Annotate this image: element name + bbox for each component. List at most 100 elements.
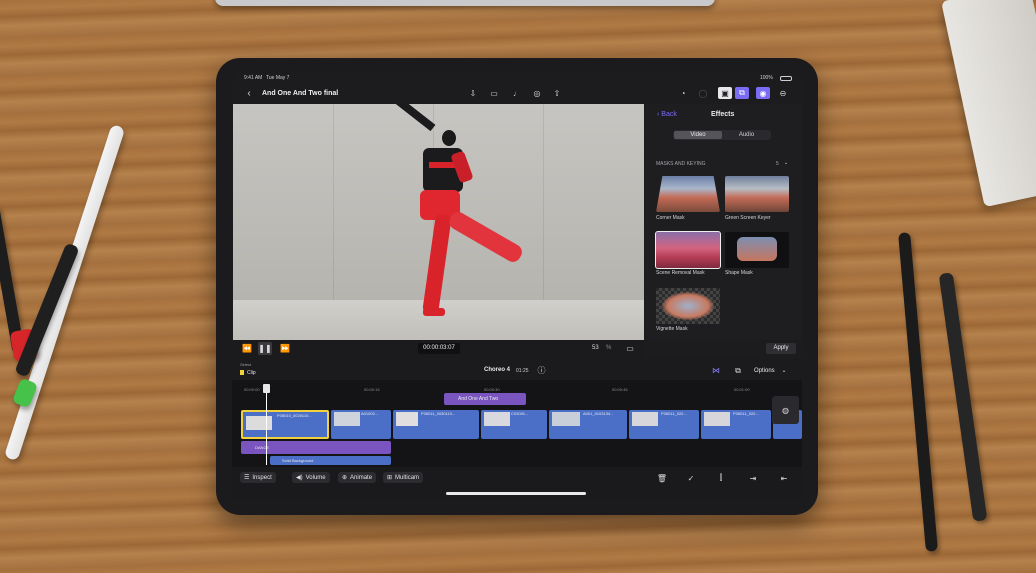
zoom-unit: %: [606, 345, 612, 351]
clip-label-4: A001_0103134...: [583, 411, 614, 416]
clip[interactable]: C03001...: [481, 410, 547, 439]
zoom-value[interactable]: 53: [592, 345, 599, 351]
timecode-display[interactable]: 00:00:03:07: [418, 343, 460, 354]
volume-icon: ◀): [296, 475, 303, 481]
disabled-tool-icon[interactable]: ◯: [698, 88, 708, 98]
effects-panel: ‹ Back Effects Video Audio MASKS AND KEY…: [645, 104, 802, 340]
skip-forward-icon[interactable]: ⏩: [278, 343, 292, 354]
ruler-mark-15: 00:00:15: [364, 387, 380, 392]
clip-label-3: C03001...: [511, 411, 529, 416]
title-clip[interactable]: And One And Two: [444, 393, 526, 405]
vignette-mask-label: Vignette Mask: [656, 326, 688, 332]
scene-removal-mask-label: Scene Removal Mask: [656, 270, 705, 276]
clip[interactable]: P35011_022...: [629, 410, 699, 439]
split-icon[interactable]: ⫿: [716, 473, 726, 483]
trash-icon[interactable]: 🗑: [657, 473, 667, 483]
clip-label-5: P35011_022...: [661, 411, 687, 416]
playhead[interactable]: [266, 385, 267, 465]
options-button[interactable]: Options: [754, 368, 775, 374]
info-icon[interactable]: ⓘ: [537, 366, 546, 375]
background-clip[interactable]: Solid Background: [270, 456, 391, 465]
black-screwdriver-right: [938, 272, 988, 522]
clip-mode-selector[interactable]: Clip: [247, 370, 256, 376]
volume-button[interactable]: ◀) Volume: [292, 472, 330, 483]
battery-percent: 100%: [760, 75, 773, 81]
more-icon[interactable]: ⊖: [778, 88, 788, 98]
black-stylus: [898, 232, 938, 552]
section-chevron-icon[interactable]: ⌄: [783, 160, 789, 166]
timeline-project-name: Choreo 4: [484, 367, 511, 373]
multicam-icon: ⊞: [387, 475, 393, 481]
audio-clip[interactable]: DANCE: [241, 441, 391, 454]
skip-back-icon[interactable]: ⏪: [240, 343, 254, 354]
import-icon[interactable]: ⇩: [468, 88, 478, 98]
scene-removal-mask-thumbnail[interactable]: [655, 231, 721, 269]
animate-button[interactable]: ⊕ Animate: [338, 472, 377, 483]
history-icon[interactable]: ◔: [678, 88, 688, 98]
final-cut-pro-screen: 9:41 AM Tue May 7 100% ‹ And One And Two…: [232, 73, 802, 500]
camera-icon[interactable]: ▭: [488, 88, 500, 98]
apple-pencil: [3, 124, 126, 462]
animate-icon: ⊕: [342, 475, 348, 481]
corner-mask-thumbnail[interactable]: [656, 176, 720, 212]
photos-browser-icon[interactable]: ▣: [718, 87, 732, 99]
volume-label: Volume: [305, 474, 326, 481]
green-screen-keyer-thumbnail[interactable]: [725, 176, 789, 212]
dancer-head: [442, 130, 456, 146]
clip-label-0: P35010_0026110...: [277, 413, 312, 418]
effects-browser-icon[interactable]: ⧉: [735, 87, 749, 99]
status-date: Tue May 7: [266, 75, 290, 81]
checkmark-icon[interactable]: ✓: [686, 473, 696, 483]
section-title: MASKS AND KEYING: [656, 161, 706, 167]
audio-interface-device: [941, 0, 1036, 208]
back-chevron-icon[interactable]: ‹: [244, 87, 254, 99]
detach-audio-icon[interactable]: ⇥: [747, 473, 759, 483]
voiceover-icon[interactable]: ◎: [532, 88, 542, 98]
clip[interactable]: P35011_0030110...: [393, 410, 479, 439]
keyboard: [215, 0, 715, 6]
share-icon[interactable]: ⇧: [552, 88, 562, 98]
effects-title: Effects: [711, 111, 735, 118]
inspector-icon[interactable]: ◉: [756, 87, 770, 99]
corner-mask-label: Corner Mask: [656, 215, 685, 221]
video-viewer[interactable]: [233, 104, 644, 340]
ruler-mark-45: 00:00:45: [612, 387, 628, 392]
options-chevron-icon[interactable]: ⌄: [781, 367, 787, 374]
playhead-handle[interactable]: [263, 384, 270, 393]
tab-video[interactable]: Video: [674, 131, 722, 139]
select-label: Select: [240, 362, 252, 367]
dancer-shoe: [423, 308, 445, 316]
pause-icon[interactable]: ❚❚: [258, 342, 272, 355]
clip-label-1: A01002...: [361, 411, 379, 416]
clip-selected[interactable]: P35010_0026110...: [241, 410, 329, 439]
multicam-label: Multicam: [395, 474, 420, 481]
battery-icon: [780, 76, 792, 81]
timeline-view-icon[interactable]: ⧉: [732, 366, 744, 375]
status-time: 9:41 AM: [244, 75, 263, 81]
audio-meter-icon[interactable]: ◍: [772, 396, 799, 424]
apply-button[interactable]: Apply: [766, 343, 796, 354]
multicam-button[interactable]: ⊞ Multicam: [383, 472, 424, 483]
clip[interactable]: A01002...: [331, 410, 391, 439]
microphone-icon[interactable]: ♩: [512, 88, 522, 98]
tab-audio[interactable]: Audio: [723, 131, 770, 139]
inspect-button[interactable]: ☰ Inspect: [240, 472, 276, 483]
replace-icon[interactable]: ⇤: [778, 473, 790, 483]
animate-label: Animate: [350, 474, 373, 481]
project-title: And One And Two final: [262, 90, 339, 97]
clip[interactable]: A001_0103134...: [549, 410, 627, 439]
inspect-icon: ☰: [244, 475, 250, 481]
clip-mode-icon: [240, 370, 244, 375]
clip-label-2: P35011_0030110...: [421, 411, 456, 416]
section-count: 5: [776, 161, 779, 167]
effects-back-button[interactable]: ‹ Back: [657, 111, 677, 118]
shape-mask-label: Shape Mask: [725, 270, 753, 276]
green-screen-keyer-label: Green Screen Keyer: [725, 215, 771, 221]
snapping-icon[interactable]: ⋈: [710, 366, 722, 375]
clip[interactable]: P35011_022...: [701, 410, 771, 439]
ruler-mark-30: 00:00:30: [484, 387, 500, 392]
ruler-mark-60: 00:01:00: [734, 387, 750, 392]
viewer-options-icon[interactable]: ▭: [624, 343, 636, 353]
home-indicator[interactable]: [446, 492, 586, 495]
timeline-duration: 01:25: [516, 368, 529, 374]
